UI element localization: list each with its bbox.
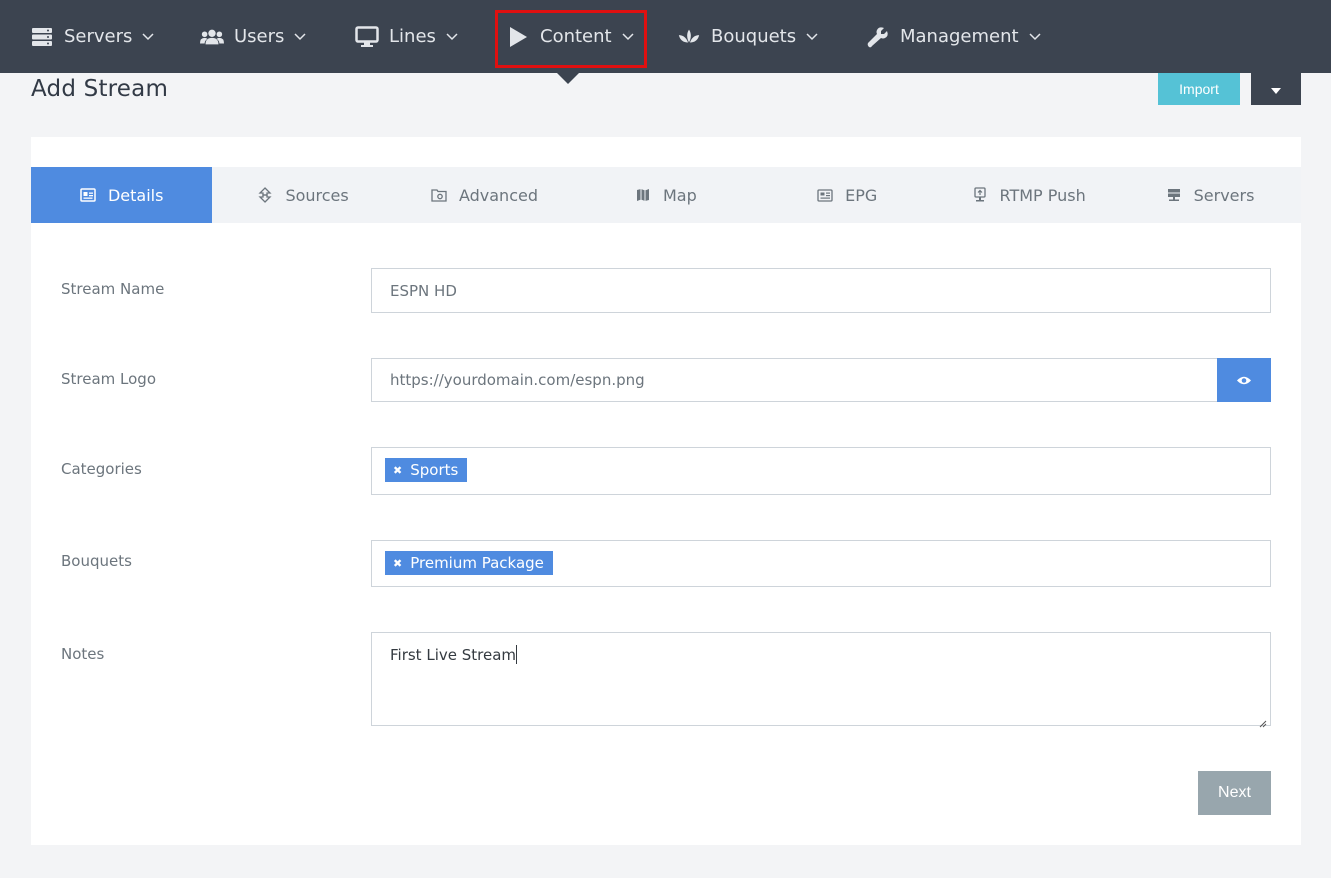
stream-logo-value: https://yourdomain.com/espn.png — [390, 371, 645, 389]
lotus-icon — [677, 25, 701, 49]
nav-users[interactable]: Users — [200, 0, 308, 73]
nav-label: Servers — [64, 26, 133, 47]
id-card-icon — [80, 187, 96, 203]
categories-select[interactable] — [371, 447, 1271, 495]
tab-label: Advanced — [458, 185, 538, 205]
wrench-icon — [866, 25, 890, 49]
chevron-down-icon — [1029, 30, 1043, 44]
tab-label: Map — [662, 185, 697, 205]
tab-servers[interactable]: Servers — [1119, 167, 1300, 223]
server-icon — [1166, 187, 1182, 203]
nav-label: Bouquets — [711, 26, 797, 47]
server-icon — [30, 25, 54, 49]
wizard-tabs: Details Sources Advanced Map EPG RTMP Pu… — [31, 167, 1301, 223]
stream-name-input[interactable]: ESPN HD — [371, 268, 1271, 313]
eye-icon — [1236, 371, 1252, 390]
nav-bouquets[interactable]: Bouquets — [677, 0, 820, 73]
stream-name-label: Stream Name — [61, 280, 165, 298]
chevron-down-icon — [142, 30, 156, 44]
users-icon — [200, 25, 224, 49]
tag-label: Premium Package — [410, 554, 544, 572]
nav-lines[interactable]: Lines — [355, 0, 460, 73]
stream-form-card: Details Sources Advanced Map EPG RTMP Pu… — [31, 137, 1301, 845]
tab-label: EPG — [845, 185, 878, 205]
tab-label: RTMP Push — [999, 185, 1086, 205]
tab-details[interactable]: Details — [31, 167, 213, 223]
remove-tag-icon[interactable]: ✖ — [393, 464, 402, 477]
more-dropdown-button[interactable] — [1251, 73, 1301, 105]
notes-value: First Live Stream — [390, 646, 517, 664]
nav-label: Users — [234, 26, 285, 47]
bouquets-label: Bouquets — [61, 552, 132, 570]
next-button[interactable]: Next — [1198, 771, 1271, 815]
stream-logo-label: Stream Logo — [61, 370, 157, 388]
upload-monitor-icon — [972, 187, 988, 203]
newspaper-icon — [817, 187, 833, 203]
resize-grip-icon[interactable] — [1259, 714, 1267, 728]
map-icon — [635, 187, 651, 203]
remove-tag-icon[interactable]: ✖ — [393, 557, 402, 570]
stream-logo-input[interactable]: https://yourdomain.com/espn.png — [371, 358, 1218, 402]
folder-cog-icon — [431, 187, 447, 203]
preview-logo-button[interactable] — [1217, 358, 1271, 402]
text-cursor — [516, 645, 518, 664]
chevron-down-icon — [806, 30, 820, 44]
notes-textarea[interactable]: First Live Stream — [371, 632, 1271, 728]
notes-label: Notes — [61, 645, 105, 663]
tab-sources[interactable]: Sources — [212, 167, 393, 223]
arrows-icon — [257, 187, 273, 203]
categories-label: Categories — [61, 460, 142, 478]
stream-name-value: ESPN HD — [390, 281, 457, 300]
tag-label: Sports — [410, 461, 459, 479]
tab-rtmp-push[interactable]: RTMP Push — [938, 167, 1119, 223]
nav-label: Management — [900, 26, 1019, 47]
tab-advanced[interactable]: Advanced — [394, 167, 575, 223]
nav-servers[interactable]: Servers — [30, 0, 156, 73]
tab-map[interactable]: Map — [575, 167, 756, 223]
chevron-down-icon — [446, 30, 460, 44]
page-title: Add Stream — [31, 76, 169, 102]
tab-label: Details — [107, 185, 164, 205]
nav-management[interactable]: Management — [866, 0, 1043, 73]
nav-label: Lines — [389, 26, 436, 47]
monitor-icon — [355, 25, 379, 49]
bouquet-tag[interactable]: ✖ Premium Package — [385, 551, 553, 575]
tab-label: Sources — [285, 185, 349, 205]
tab-label: Servers — [1193, 185, 1255, 205]
category-tag[interactable]: ✖ Sports — [385, 458, 468, 482]
dropdown-caret — [557, 73, 579, 84]
chevron-down-icon — [294, 30, 308, 44]
tab-epg[interactable]: EPG — [757, 167, 938, 223]
top-navbar: Servers Users Lines Content Bouquets Man… — [0, 0, 1331, 73]
caret-down-icon — [1271, 82, 1281, 97]
content-highlight-box — [495, 10, 647, 68]
import-button[interactable]: Import — [1158, 73, 1240, 105]
